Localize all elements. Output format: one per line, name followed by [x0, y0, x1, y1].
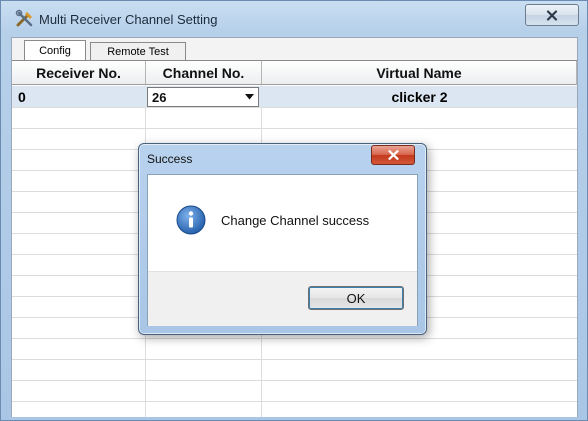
close-icon	[387, 150, 399, 160]
channel-select[interactable]: 26	[147, 87, 259, 107]
success-dialog: Success Change Channel success OK	[138, 143, 427, 335]
column-header-receiver[interactable]: Receiver No.	[12, 61, 146, 85]
close-icon	[546, 9, 558, 21]
tools-icon	[15, 9, 33, 27]
tab-config[interactable]: Config	[24, 40, 86, 60]
virtual-name-cell[interactable]: clicker 2	[262, 86, 577, 107]
ok-button[interactable]: OK	[308, 286, 404, 310]
chevron-down-icon[interactable]	[242, 90, 256, 104]
column-header-virtual-name[interactable]: Virtual Name	[262, 61, 577, 85]
receiver-number-cell: 0	[18, 88, 26, 105]
dialog-message: Change Channel success	[221, 213, 370, 228]
dialog-title: Success	[147, 152, 193, 166]
table-row[interactable]: 0 26 clicker 2	[12, 86, 577, 107]
grid-header: Receiver No. Channel No. Virtual Name	[12, 61, 577, 85]
title-bar[interactable]: Multi Receiver Channel Setting	[1, 1, 587, 37]
dialog-body: Change Channel success OK	[147, 174, 418, 326]
window-close-button[interactable]	[525, 4, 579, 26]
window-title: Multi Receiver Channel Setting	[39, 12, 218, 27]
column-header-channel[interactable]: Channel No.	[146, 61, 262, 85]
app-window: Multi Receiver Channel Setting Config Re…	[0, 0, 588, 421]
dialog-close-button[interactable]	[371, 145, 415, 165]
dialog-footer: OK	[148, 271, 417, 326]
channel-value: 26	[152, 90, 167, 105]
info-icon	[176, 205, 206, 235]
tab-remote-test[interactable]: Remote Test	[90, 42, 186, 60]
